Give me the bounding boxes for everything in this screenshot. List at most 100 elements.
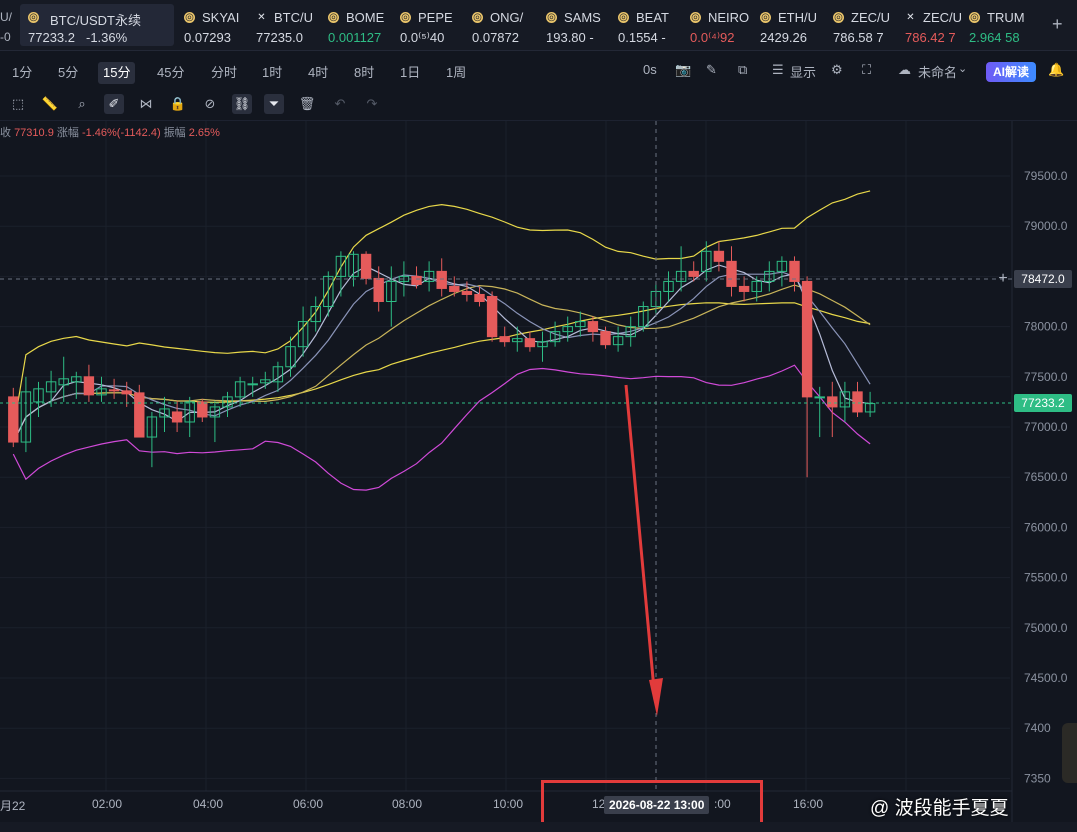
price-axis-tick: 74500.0: [1024, 671, 1068, 685]
coin-icon: ◎: [969, 12, 980, 23]
ticker-price: 0.0⁽⁵⁾40: [400, 30, 445, 45]
ticker-price: 77235.0: [256, 30, 303, 45]
ticker-name: NEIRO: [708, 10, 750, 25]
candle-body-down: [688, 270, 699, 277]
candle-body-down: [499, 336, 510, 343]
layout-name-dropdown[interactable]: 未命名: [918, 62, 957, 81]
time-axis-tick: 02:00: [92, 797, 123, 811]
popout-icon[interactable]: ⧉: [738, 62, 747, 78]
add-alert-plus-icon[interactable]: +: [994, 271, 1012, 287]
candle-body-down: [789, 260, 800, 282]
ticker-item[interactable]: ◎ ETH/U 2429.26: [760, 4, 825, 46]
price-axis-tick: 7350: [1024, 771, 1051, 785]
ticker-item[interactable]: ◎ BEAT 0.1554 -: [618, 4, 682, 46]
ticker-name: SAMS: [564, 10, 601, 25]
price-axis-tick: 7400: [1024, 721, 1051, 735]
camera-icon[interactable]: 📷: [675, 62, 691, 78]
coin-icon: ◎: [328, 12, 339, 23]
price-axis-tick: 79000.0: [1024, 219, 1068, 233]
interval-tab[interactable]: 1周: [441, 62, 471, 84]
legend-close-value: 77310.9: [14, 127, 54, 139]
settings-gear-icon[interactable]: ⚙: [831, 62, 843, 78]
ticker-item[interactable]: ◎ PEPE 0.0⁽⁵⁾40: [400, 4, 464, 46]
ruler-icon[interactable]: 📏: [40, 94, 60, 114]
chat-widget[interactable]: [1062, 723, 1077, 783]
ticker-name: BEAT: [636, 10, 669, 25]
ticker-name: ONG/: [490, 10, 524, 25]
price-axis-tick: 79500.0: [1024, 169, 1068, 183]
interval-tab[interactable]: 1时: [257, 62, 287, 84]
legend-close-prefix: 收: [0, 127, 11, 139]
ticker-price: 77233.2: [28, 30, 75, 45]
candle-body-down: [801, 280, 813, 398]
filter-icon[interactable]: ⏷: [264, 94, 284, 114]
display-menu-icon[interactable]: ☰: [772, 62, 784, 78]
ticker-item[interactable]: ◎ SAMS 193.80 -: [546, 4, 610, 46]
price-axis-tick: 77500.0: [1024, 370, 1068, 384]
ticker-name: BOME: [346, 10, 385, 25]
close-x-icon[interactable]: ✕: [905, 12, 916, 23]
trash-icon[interactable]: 🗑: [297, 94, 317, 114]
candle-body-down: [411, 275, 422, 285]
coin-icon: ◎: [184, 12, 195, 23]
crosshair-time-label: 2026-08-22 13:00: [604, 796, 710, 814]
candle-body-down: [852, 391, 863, 413]
undo-icon[interactable]: ↶: [330, 94, 350, 114]
candle-body-down: [121, 390, 132, 395]
interval-tab[interactable]: 8时: [349, 62, 379, 84]
ticker-item[interactable]: ✕ BTC/U 77235.0: [256, 4, 320, 46]
hide-drawings-icon[interactable]: ⊘: [200, 94, 220, 114]
fullscreen-icon[interactable]: ⛶: [862, 62, 871, 78]
magnet-icon[interactable]: ⋈: [136, 94, 156, 114]
ticker-price: 786.42 7: [905, 30, 956, 45]
link-icon[interactable]: ⛓: [232, 94, 252, 114]
brush-icon[interactable]: ✐: [104, 94, 124, 114]
interval-tab[interactable]: 分时: [206, 62, 242, 84]
lock-icon[interactable]: 🔒: [168, 94, 188, 114]
candlestick-chart[interactable]: 79500.079000.078500.078000.077500.077000…: [0, 121, 1077, 822]
pen-icon[interactable]: ✎: [706, 62, 717, 78]
ticker-item[interactable]: ◎ NEIRO 0.0⁽⁴⁾92: [690, 4, 752, 46]
interval-tab[interactable]: 1日: [395, 62, 425, 84]
candle-body-down: [83, 376, 95, 396]
candle-body-down: [373, 277, 384, 303]
alert-icon[interactable]: 🔔: [1048, 62, 1064, 78]
ticker-item[interactable]: ◎ BTC/USDT永续 77233.2 -1.36%: [20, 4, 174, 46]
redo-icon[interactable]: ↷: [362, 94, 382, 114]
add-ticker-icon[interactable]: +: [1052, 14, 1063, 35]
ticker-name: ZEC/U: [923, 10, 961, 25]
chevron-down-icon[interactable]: ⌄: [958, 62, 967, 75]
cursor-icon[interactable]: ⬚: [8, 94, 28, 114]
ticker-item[interactable]: ✕ ZEC/U 786.42 7: [905, 4, 961, 46]
ticker-item[interactable]: ◎ SKYAI 0.07293: [184, 4, 248, 46]
ticker-item[interactable]: ◎ ONG/0.07872: [472, 4, 538, 46]
ticker-price: 0.001127: [328, 30, 382, 45]
last-price-label: 77233.2: [1014, 394, 1072, 412]
close-x-icon[interactable]: ✕: [256, 12, 267, 23]
interval-tab[interactable]: 1分: [7, 62, 37, 84]
candle-body-down: [108, 389, 120, 392]
candle-body-up: [814, 396, 825, 399]
candle-body-down: [8, 396, 19, 443]
interval-tab[interactable]: 4时: [303, 62, 333, 84]
interval-tab[interactable]: 15分: [98, 62, 136, 84]
price-axis-tick: 75500.0: [1024, 571, 1068, 585]
interval-tab[interactable]: 5分: [53, 62, 83, 84]
timer-label: 0s: [643, 62, 657, 77]
coin-icon: ◎: [833, 12, 844, 23]
watermark-text: @ 波段能手夏夏: [870, 798, 1009, 819]
legend-amplitude-value: 2.65%: [188, 127, 220, 139]
interval-tab[interactable]: 45分: [152, 62, 189, 84]
ohlc-legend: 收 77310.9 涨幅 -1.46%(-1142.4) 振幅 2.65%: [0, 124, 220, 140]
coin-icon: ◎: [760, 12, 771, 23]
price-axis-tick: 76500.0: [1024, 470, 1068, 484]
display-button[interactable]: 显示: [790, 62, 816, 81]
ai-analysis-button[interactable]: AI解读: [986, 62, 1037, 82]
ticker-item[interactable]: ◎ BOME 0.001127: [328, 4, 392, 46]
ticker-item[interactable]: ◎ ZEC/U 786.58 7: [833, 4, 897, 46]
candle-body-down: [600, 331, 611, 346]
ticker-price: 193.80 -: [546, 30, 594, 45]
zoom-icon[interactable]: ⌕: [72, 94, 92, 114]
candle-body-down: [713, 250, 725, 262]
interval-bar: 1分 5分 15分 45分 分时 1时 4时 8时 1日 1周: [0, 58, 1077, 86]
